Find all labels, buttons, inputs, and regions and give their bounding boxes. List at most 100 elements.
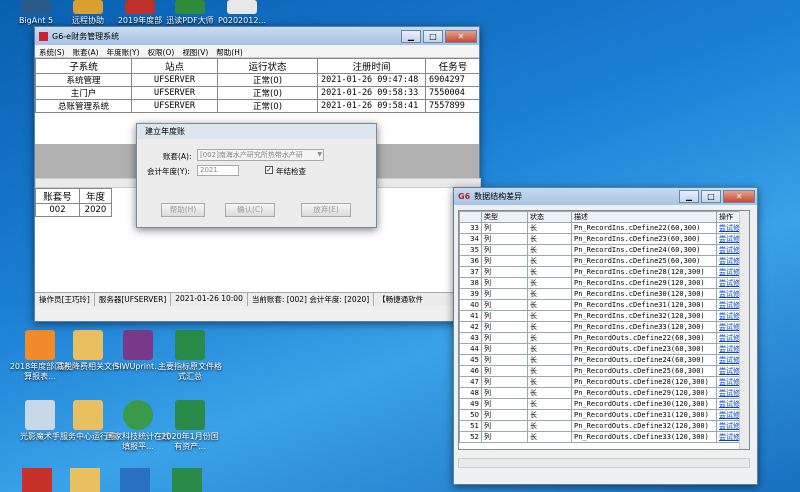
col-description: 描述 (571, 211, 717, 223)
col-subsystem: 子系统 (35, 58, 132, 74)
photo-icon (25, 400, 55, 430)
col-status: 运行状态 (217, 58, 318, 74)
minimize-button[interactable]: ▁ (679, 190, 699, 203)
main-titlebar[interactable]: G6-e财务管理系统 ▁ □ ✕ (35, 27, 479, 45)
cancel-button-label: 放弃(E) (313, 205, 339, 214)
window-title: G6-e财务管理系统 (52, 31, 120, 41)
table-row[interactable]: 39 列长 Pn_RecordIns.cDefine30(120,300) 尝试修复 (459, 288, 749, 300)
row-state: 长 (527, 233, 572, 245)
desktop-icon-label: P0202012... (217, 16, 267, 25)
horizontal-scrollbar[interactable] (458, 458, 750, 468)
table-row[interactable]: 系统管理 UFSERVER 正常(0) 2021-01-26 09:47:48 … (35, 73, 479, 87)
table-row[interactable]: 34 列长 Pn_RecordIns.cDefine23(60,300) 尝试修复 (459, 233, 749, 245)
table-row[interactable]: 35 列长 Pn_RecordIns.cDefine24(60,300) 尝试修复 (459, 244, 749, 256)
diff-titlebar[interactable]: G6 数据结构差异 ▁ □ ✕ (454, 188, 757, 205)
menu-help[interactable]: 帮助(H) (212, 45, 247, 57)
ok-button[interactable]: 确认(C) (225, 203, 275, 217)
cell: 002 (35, 203, 80, 217)
status-vendor: 【畅捷通软件 (378, 295, 424, 304)
table-row[interactable]: 52 列长 Pn_RecordOuts.cDefine33(120,300) 尝试修复 (459, 431, 749, 443)
desktop-icon-label: 2020年1月份国有资产... (161, 432, 219, 451)
year-input[interactable]: 2021 (197, 165, 239, 176)
table-row[interactable]: 40 列长 Pn_RecordIns.cDefine31(120,300) 尝试修复 (459, 299, 749, 311)
app-icon[interactable] (120, 468, 150, 492)
year-end-check-checkbox[interactable]: ✓ (265, 166, 273, 174)
col-index (459, 211, 482, 223)
table-row[interactable]: 总账管理系统 UFSERVER 正常(0) 2021-01-26 09:58:4… (35, 99, 479, 113)
row-description: Pn_RecordOuts.cDefine30(120,300) (571, 398, 717, 410)
close-button[interactable]: ✕ (445, 29, 477, 43)
row-state: 长 (527, 255, 572, 267)
menu-view[interactable]: 视图(V) (178, 45, 212, 57)
cancel-button[interactable]: 放弃(E) (301, 203, 351, 217)
table-row[interactable]: 46 列长 Pn_RecordOuts.cDefine25(60,300) 尝试修复 (459, 365, 749, 377)
cell: 2021-01-26 09:58:33 (317, 86, 426, 100)
table-row[interactable]: 45 列长 Pn_RecordOuts.cDefine24(60,300) 尝试修复 (459, 354, 749, 366)
pdf-reader-icon[interactable] (22, 468, 52, 492)
table-row[interactable]: 36 列长 Pn_RecordIns.cDefine25(60,300) 尝试修复 (459, 255, 749, 267)
row-state: 长 (527, 299, 572, 311)
row-type: 列 (481, 431, 528, 443)
table-row[interactable]: 49 列长 Pn_RecordOuts.cDefine30(120,300) 尝试修复 (459, 398, 749, 410)
cell: UFSERVER (131, 73, 218, 87)
menu-permission[interactable]: 权限(O) (144, 45, 179, 57)
maximize-button[interactable]: □ (423, 29, 443, 43)
diff-window-title: 数据结构差异 (474, 192, 523, 201)
row-index: 36 (459, 255, 482, 267)
account-label: 账套(A): (163, 152, 192, 161)
table-row[interactable]: 41 列长 Pn_RecordIns.cDefine32(120,300) 尝试修复 (459, 310, 749, 322)
dialog-titlebar[interactable]: 建立年度账 (137, 124, 376, 139)
help-button[interactable]: 帮助(H) (161, 203, 205, 217)
g6-icon: G6 (458, 192, 471, 201)
table-row[interactable]: 38 列长 Pn_RecordIns.cDefine29(120,300) 尝试修复 (459, 277, 749, 289)
account-select-value: [002]南海水产研究所热带水产研 (200, 151, 303, 159)
menu-year-account[interactable]: 年度账(Y) (103, 45, 144, 57)
menu-bar: 系统(S) 账套(A) 年度账(Y) 权限(O) 视图(V) 帮助(H) (35, 45, 479, 58)
winrar-icon (123, 330, 153, 360)
cell: 正常(0) (217, 99, 318, 113)
row-type: 列 (481, 321, 528, 333)
maximize-button[interactable]: □ (701, 190, 721, 203)
col-account-no: 账套号 (35, 188, 80, 204)
folder-icon[interactable] (70, 468, 100, 492)
desktop-icon-label: 远程协助 (72, 16, 104, 25)
row-type: 列 (481, 244, 528, 256)
row-description: Pn_RecordOuts.cDefine23(60,300) (571, 343, 717, 355)
ok-button-label: 确认(C) (236, 205, 264, 214)
table-row[interactable]: 48 列长 Pn_RecordOuts.cDefine29(120,300) 尝试修复 (459, 387, 749, 399)
table-row[interactable]: 50 列长 Pn_RecordOuts.cDefine31(120,300) 尝试修复 (459, 409, 749, 421)
vertical-scrollbar[interactable] (739, 211, 749, 449)
year-end-check-label: 年结检查 (276, 167, 306, 176)
desktop-icon-assets[interactable]: 2020年1月份国有资产... (158, 400, 222, 452)
sts-icon (123, 400, 153, 430)
menu-system[interactable]: 系统(S) (35, 45, 69, 57)
dialog-body: 账套(A): [002]南海水产研究所热带水产研 ▼ 会计年度(Y): 2021… (137, 139, 376, 227)
table-row[interactable]: 主门户 UFSERVER 正常(0) 2021-01-26 09:58:33 7… (35, 86, 479, 100)
table-row[interactable]: 33 列长 Pn_RecordIns.cDefine22(60,300) 尝试修复 (459, 222, 749, 234)
table-row[interactable]: 002 2020 (35, 203, 112, 217)
desktop-icon-p0202012[interactable]: P0202012... (210, 0, 274, 26)
row-index: 37 (459, 266, 482, 278)
account-select[interactable]: [002]南海水产研究所热带水产研 ▼ (197, 149, 324, 161)
excel-icon[interactable] (172, 468, 202, 492)
row-index: 47 (459, 376, 482, 388)
table-row[interactable]: 42 列长 Pn_RecordIns.cDefine33(120,300) 尝试修复 (459, 321, 749, 333)
close-button[interactable]: ✕ (723, 190, 755, 203)
row-type: 列 (481, 354, 528, 366)
row-type: 列 (481, 398, 528, 410)
minimize-button[interactable]: ▁ (401, 29, 421, 43)
row-type: 列 (481, 365, 528, 377)
table-row[interactable]: 51 列长 Pn_RecordOuts.cDefine32(120,300) 尝试修复 (459, 420, 749, 432)
row-description: Pn_RecordOuts.cDefine32(120,300) (571, 420, 717, 432)
desktop-icon-indicators[interactable]: 主要指标原文件格式汇总 (158, 330, 222, 382)
col-type: 类型 (481, 211, 528, 223)
table-row[interactable]: 47 列长 Pn_RecordOuts.cDefine28(120,300) 尝试修复 (459, 376, 749, 388)
status-server: 服务器[UFSERVER] (95, 293, 172, 306)
table-row[interactable]: 43 列长 Pn_RecordOuts.cDefine22(60,300) 尝试修复 (459, 332, 749, 344)
menu-account[interactable]: 账套(A) (69, 45, 103, 57)
row-state: 长 (527, 244, 572, 256)
diff-table: 类型 状态 描述 操作 33 列长 Pn_RecordIns.cDefine22(6… (459, 211, 749, 443)
table-row[interactable]: 44 列长 Pn_RecordOuts.cDefine23(60,300) 尝试修复 (459, 343, 749, 355)
table-row[interactable]: 37 列长 Pn_RecordIns.cDefine28(120,300) 尝试修复 (459, 266, 749, 278)
cell: 主门户 (35, 86, 132, 100)
